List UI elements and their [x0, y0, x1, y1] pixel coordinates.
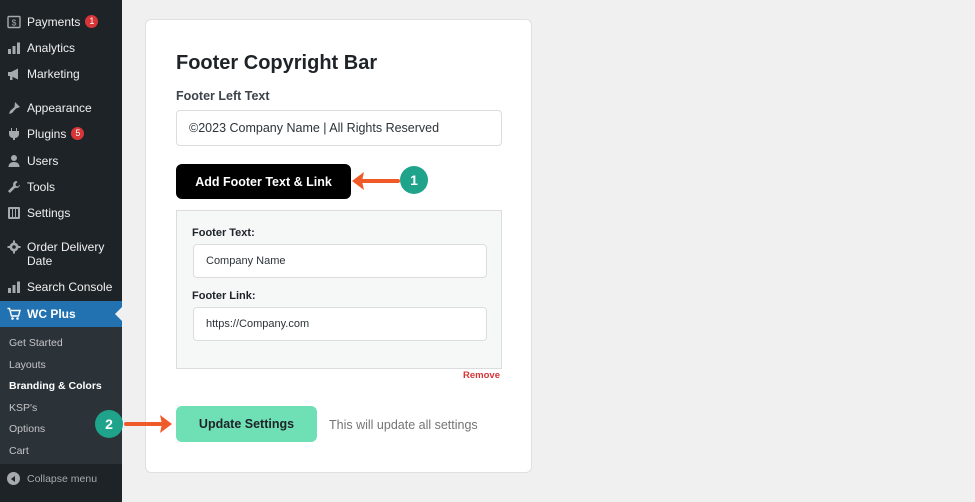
sidebar-item-plugins[interactable]: Plugins 5 [0, 127, 122, 141]
wc-plus-submenu: Get Started Layouts Branding & Colors KS… [0, 327, 122, 464]
sidebar-item-label: Analytics [27, 41, 76, 55]
tools-icon [7, 180, 21, 194]
sidebar-item-label: Users [27, 154, 59, 168]
sidebar-item-label: Search Console [27, 280, 113, 294]
arrow-left-icon [352, 172, 400, 190]
sidebar-item-marketing[interactable]: Marketing [0, 67, 122, 81]
add-footer-text-link-button[interactable]: Add Footer Text & Link [176, 164, 351, 199]
analytics-icon [7, 41, 21, 55]
footer-link-input[interactable] [193, 307, 487, 341]
sidebar-item-search-console[interactable]: Search Console [0, 280, 122, 294]
step-1-badge: 1 [400, 166, 428, 194]
plugins-icon [7, 127, 21, 141]
sidebar-item-wc-plus[interactable]: WC Plus [0, 301, 122, 327]
update-settings-button[interactable]: Update Settings [176, 406, 317, 442]
collapse-icon [7, 472, 20, 485]
search-console-icon [7, 280, 21, 294]
submenu-item-branding-colors[interactable]: Branding & Colors [9, 380, 102, 392]
submenu-item-cart[interactable]: Cart [9, 445, 29, 457]
active-indicator [115, 307, 122, 321]
footer-link-repeater: Footer Text: Footer Link: [176, 210, 502, 369]
sidebar-item-label: Order Delivery Date [27, 240, 105, 268]
sidebar-item-users[interactable]: Users [0, 154, 122, 168]
submenu-item-get-started[interactable]: Get Started [9, 337, 63, 349]
appearance-icon [7, 101, 21, 115]
footer-link-label: Footer Link: [192, 290, 256, 302]
sidebar-item-analytics[interactable]: Analytics [0, 41, 122, 55]
sidebar-item-settings[interactable]: Settings [0, 206, 122, 220]
sidebar-item-label: Payments [27, 15, 81, 29]
update-help-text: This will update all settings [329, 418, 478, 432]
gear-icon [7, 240, 21, 254]
cart-icon [7, 307, 21, 321]
sidebar-item-order-delivery-date[interactable]: Order Delivery Date [0, 240, 122, 268]
submenu-item-options[interactable]: Options [9, 423, 45, 435]
collapse-menu-button[interactable]: Collapse menu [7, 472, 97, 485]
remove-link[interactable]: Remove [463, 370, 500, 381]
card-title: Footer Copyright Bar [176, 52, 378, 74]
footer-left-text-input[interactable] [176, 110, 502, 146]
sidebar-item-payments[interactable]: $ Payments 1 [0, 15, 122, 29]
payments-icon: $ [7, 15, 21, 29]
collapse-menu-label: Collapse menu [27, 472, 98, 485]
footer-text-input[interactable] [193, 244, 487, 278]
sidebar-item-label: Plugins [27, 127, 67, 141]
submenu-item-ksps[interactable]: KSP's [9, 402, 37, 414]
svg-text:$: $ [12, 18, 17, 28]
sidebar-item-tools[interactable]: Tools [0, 180, 122, 194]
step-2-badge: 2 [95, 410, 123, 438]
update-count-badge: 1 [85, 15, 99, 28]
settings-icon [7, 206, 21, 220]
sidebar-item-label: Appearance [27, 101, 92, 115]
footer-left-text-label: Footer Left Text [176, 89, 270, 103]
sidebar-item-label: WC Plus [27, 307, 76, 321]
footer-text-label: Footer Text: [192, 227, 255, 239]
sidebar-item-label: Tools [27, 180, 56, 194]
users-icon [7, 154, 21, 168]
arrow-right-icon [124, 415, 172, 433]
sidebar-item-label: Settings [27, 206, 71, 220]
update-count-badge: 5 [71, 127, 85, 140]
sidebar-item-label: Marketing [27, 67, 80, 81]
sidebar-item-appearance[interactable]: Appearance [0, 101, 122, 115]
settings-card: Footer Copyright Bar Footer Left Text Ad… [145, 19, 532, 473]
submenu-item-layouts[interactable]: Layouts [9, 359, 46, 371]
marketing-icon [7, 67, 21, 81]
